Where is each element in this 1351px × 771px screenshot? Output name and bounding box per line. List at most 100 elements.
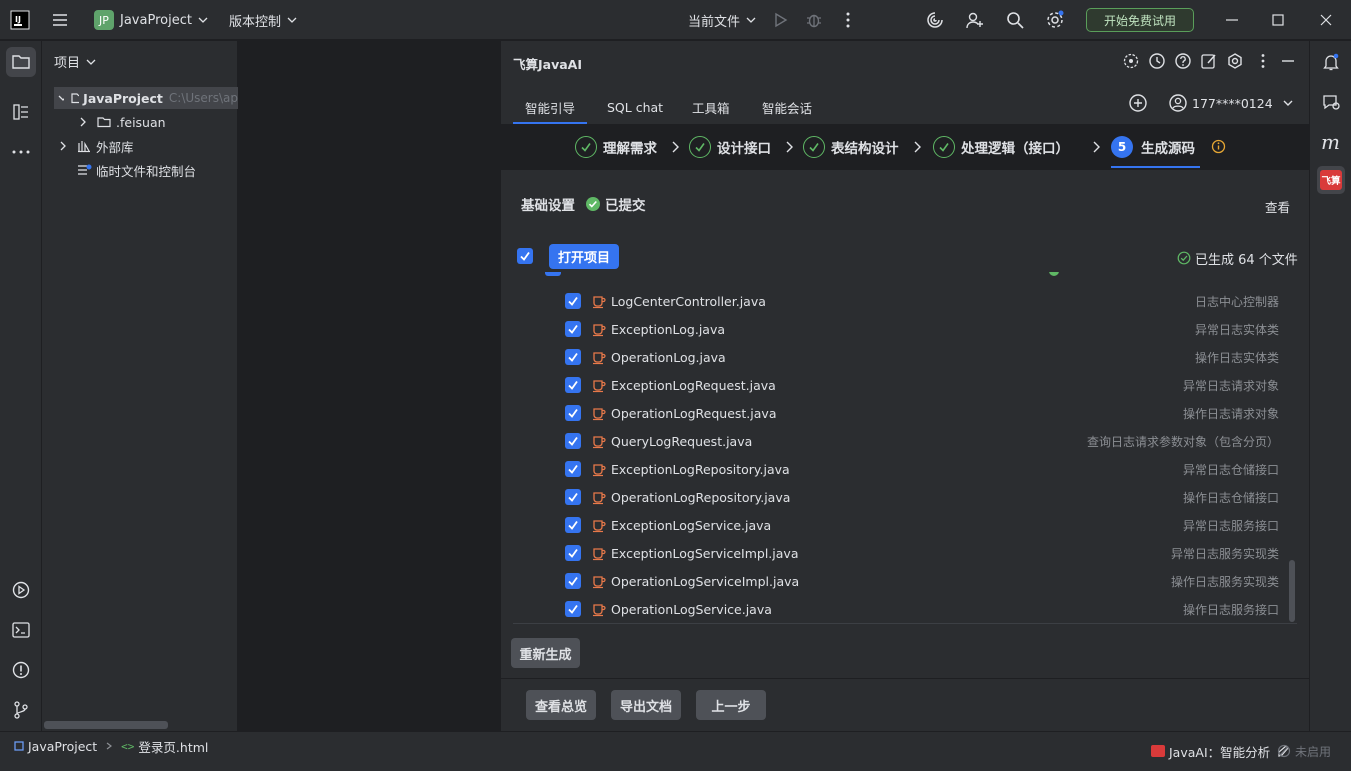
file-row[interactable]: OperationLogServiceImpl.java 操作日志服务实现类 <box>513 567 1297 595</box>
project-selector[interactable]: JP JavaProject <box>94 0 210 40</box>
tab-smart-guide[interactable]: 智能引导 <box>512 92 588 124</box>
tab-toolbox[interactable]: 工具箱 <box>692 92 730 122</box>
step-generate-source[interactable]: 5 生成源码 <box>1111 135 1195 159</box>
file-checkbox[interactable] <box>565 517 581 533</box>
project-panel-header[interactable]: 项目 <box>54 52 98 71</box>
file-row[interactable]: ExceptionLogRequest.java 异常日志请求对象 <box>513 371 1297 399</box>
folder-checkbox-partial[interactable] <box>545 272 561 276</box>
main-menu-icon[interactable] <box>50 10 70 30</box>
problems-icon[interactable] <box>11 660 31 680</box>
close-window-icon[interactable] <box>1316 10 1336 30</box>
file-row[interactable]: OperationLogRequest.java 操作日志请求对象 <box>513 399 1297 427</box>
file-checkbox[interactable] <box>565 489 581 505</box>
tree-item-javaproject[interactable]: JavaProject C:\Users\ap <box>54 87 238 109</box>
step-understand-requirements[interactable]: 理解需求 <box>575 135 657 159</box>
file-row[interactable]: OperationLogService.java 操作日志服务接口 <box>513 595 1297 623</box>
select-all-checkbox[interactable] <box>517 248 533 264</box>
file-row[interactable]: LogCenterController.java 日志中心控制器 <box>513 287 1297 315</box>
file-checkbox[interactable] <box>565 321 581 337</box>
tree-item-feisuan[interactable]: .feisuan <box>76 111 166 133</box>
file-row[interactable]: OperationLogRepository.java 操作日志仓储接口 <box>513 483 1297 511</box>
file-row[interactable]: ExceptionLogService.java 异常日志服务接口 <box>513 511 1297 539</box>
feisuan-tool-button[interactable]: 飞算 <box>1317 166 1345 194</box>
tab-smart-chat[interactable]: 智能会话 <box>762 92 812 122</box>
run-config-selector[interactable]: 当前文件 <box>688 0 758 40</box>
more-horizontal-icon[interactable] <box>11 142 31 162</box>
minimize-window-icon[interactable] <box>1222 10 1242 30</box>
tree-item-scratches[interactable]: 临时文件和控制台 <box>76 159 196 181</box>
chevron-right-icon <box>914 141 921 153</box>
more-vertical-icon[interactable] <box>1254 52 1272 70</box>
step-process-logic[interactable]: 处理逻辑（接口） <box>933 135 1069 159</box>
structure-icon[interactable] <box>11 102 31 122</box>
step-design-interface[interactable]: 设计接口 <box>689 135 771 159</box>
history-icon[interactable] <box>1148 52 1166 70</box>
file-row[interactable]: QueryLogRequest.java 查询日志请求参数对象（包含分页） <box>513 427 1297 455</box>
user-account-menu[interactable]: 177****0124 <box>1168 92 1295 114</box>
breadcrumb-file[interactable]: 登录页.html <box>138 737 208 756</box>
file-row[interactable]: OperationLog.java 操作日志实体类 <box>513 343 1297 371</box>
file-checkbox[interactable] <box>565 573 581 589</box>
file-checkbox[interactable] <box>565 461 581 477</box>
check-icon <box>568 436 578 446</box>
maximize-window-icon[interactable] <box>1268 10 1288 30</box>
settings-gear-icon[interactable] <box>1045 10 1065 30</box>
tree-item-label: 外部库 <box>96 139 134 155</box>
file-row[interactable]: ExceptionLog.java 异常日志实体类 <box>513 315 1297 343</box>
tree-item-path: C:\Users\ap <box>168 91 238 105</box>
info-icon[interactable] <box>1211 139 1226 154</box>
horizontal-scrollbar[interactable] <box>44 721 168 729</box>
services-icon[interactable] <box>11 580 31 600</box>
user-avatar-icon <box>1169 94 1187 112</box>
file-checkbox[interactable] <box>565 545 581 561</box>
file-row[interactable]: ExceptionLogServiceImpl.java 异常日志服务实现类 <box>513 539 1297 567</box>
terminal-icon[interactable] <box>11 620 31 640</box>
free-trial-button[interactable]: 开始免费试用 <box>1086 8 1194 32</box>
intellij-logo-icon[interactable]: IJ <box>10 10 30 30</box>
vcs-selector[interactable]: 版本控制 <box>229 0 299 40</box>
regenerate-button[interactable]: 重新生成 <box>511 638 580 668</box>
ai-brain-icon[interactable] <box>1122 52 1140 70</box>
view-basic-settings-link[interactable]: 查看 <box>1265 197 1290 216</box>
m-plugin-icon[interactable]: m <box>1321 130 1340 154</box>
step-table-design[interactable]: 表结构设计 <box>803 135 899 159</box>
more-vertical-icon[interactable] <box>838 10 858 30</box>
previous-step-button[interactable]: 上一步 <box>696 690 766 720</box>
minimize-panel-icon[interactable] <box>1279 52 1297 70</box>
export-doc-button[interactable]: 导出文档 <box>611 690 681 720</box>
settings-gear-icon[interactable] <box>1226 52 1244 70</box>
git-branch-icon[interactable] <box>11 700 31 720</box>
status-bar: JavaProject <> 登录页.html JavaAI：智能分析 未启用 <box>0 731 1351 771</box>
add-circle-icon[interactable] <box>1128 93 1148 113</box>
file-checkbox[interactable] <box>565 349 581 365</box>
run-icon[interactable] <box>770 10 790 30</box>
tree-item-external-libraries[interactable]: 外部库 <box>56 135 134 157</box>
open-project-button[interactable]: 打开项目 <box>549 244 619 269</box>
javaai-disabled-status[interactable]: 未启用 <box>1277 742 1331 760</box>
tab-label: 工具箱 <box>692 100 730 116</box>
javaai-status-widget[interactable]: JavaAI：智能分析 <box>1151 742 1290 760</box>
file-checkbox[interactable] <box>565 293 581 309</box>
project-tool-button[interactable] <box>6 47 36 77</box>
notifications-bell-icon[interactable] <box>1321 52 1341 72</box>
file-checkbox[interactable] <box>565 601 581 617</box>
vertical-scrollbar[interactable] <box>1289 560 1295 622</box>
run-config-label: 当前文件 <box>688 14 741 30</box>
project-panel: 项目 JavaProject C:\Users\ap .feisuan 外部库 … <box>42 41 238 731</box>
file-checkbox[interactable] <box>565 433 581 449</box>
add-user-icon[interactable] <box>965 10 985 30</box>
chevron-right-icon <box>80 117 86 127</box>
search-icon[interactable] <box>1005 10 1025 30</box>
generated-file-list[interactable]: LogCenterController.java 日志中心控制器 Exception… <box>513 272 1297 624</box>
view-overview-button[interactable]: 查看总览 <box>526 690 596 720</box>
ai-chat-icon[interactable] <box>1321 92 1341 112</box>
file-checkbox[interactable] <box>565 405 581 421</box>
ai-assistant-icon[interactable] <box>925 10 945 30</box>
edit-icon[interactable] <box>1200 52 1218 70</box>
file-checkbox[interactable] <box>565 377 581 393</box>
file-row[interactable]: ExceptionLogRepository.java 异常日志仓储接口 <box>513 455 1297 483</box>
debug-icon[interactable] <box>804 10 824 30</box>
tab-sql-chat[interactable]: SQL chat <box>607 92 663 122</box>
breadcrumb-project[interactable]: JavaProject <box>28 739 97 754</box>
help-icon[interactable] <box>1174 52 1192 70</box>
